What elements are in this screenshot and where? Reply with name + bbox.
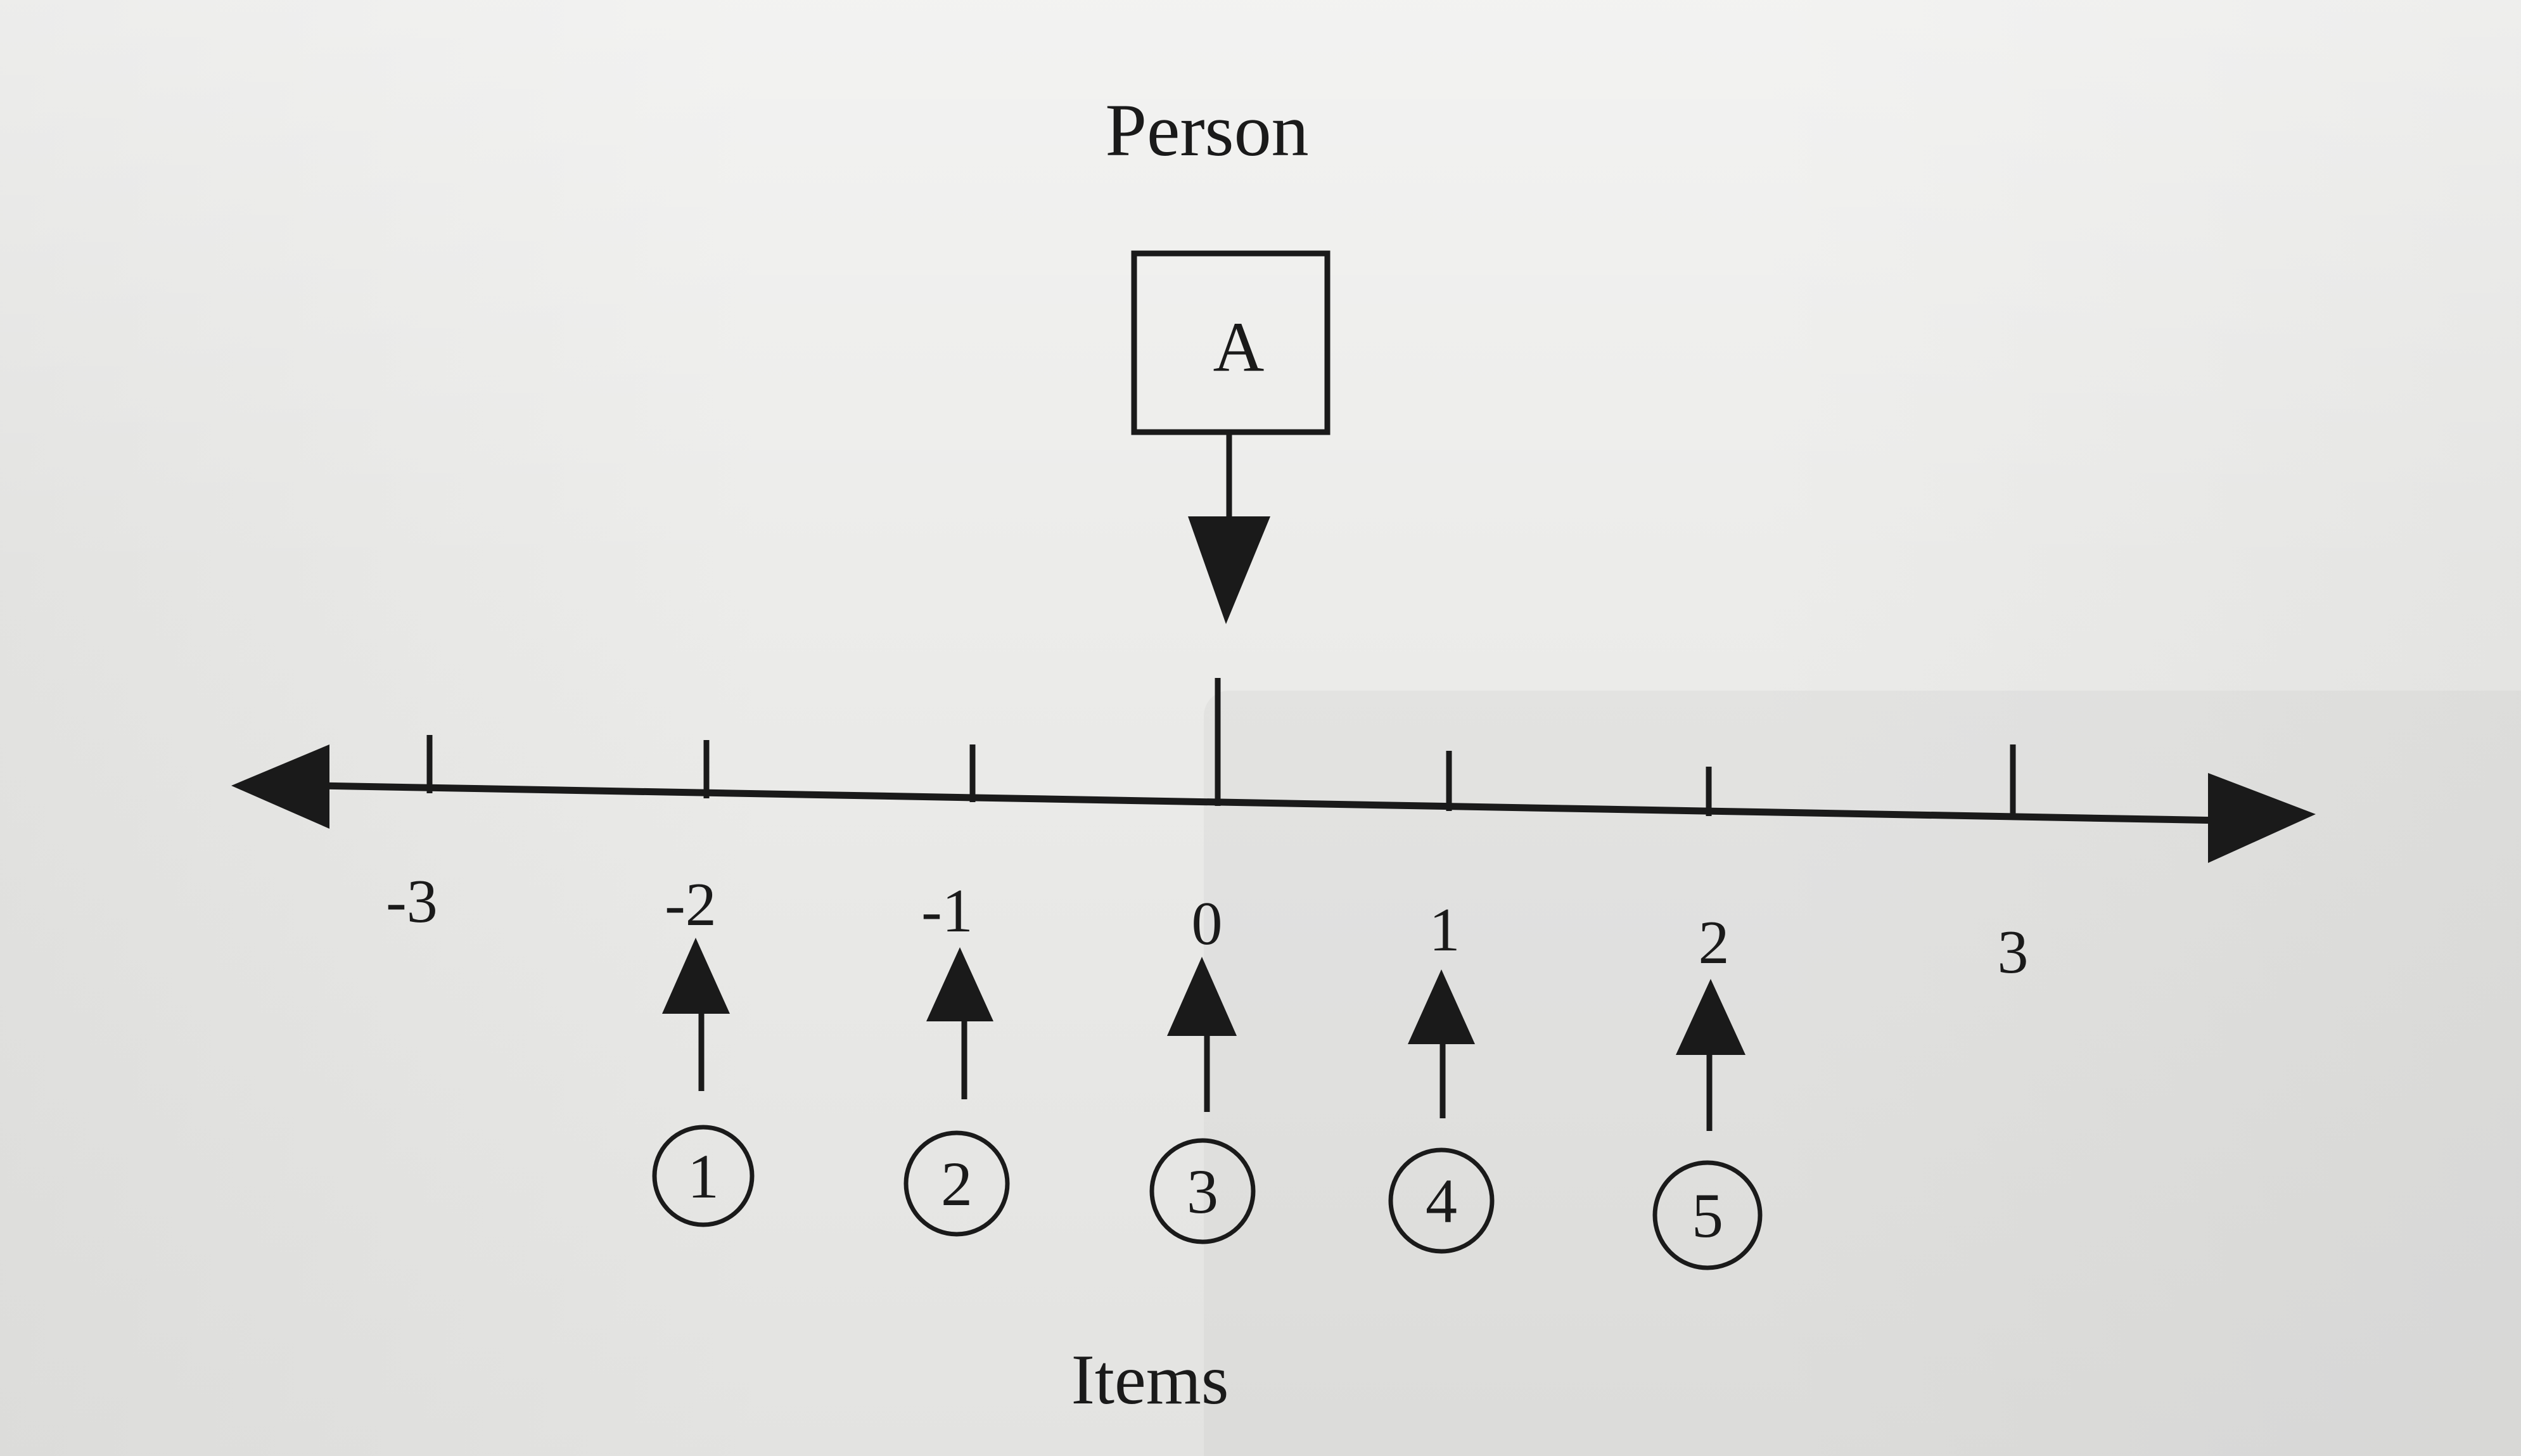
item-arrowhead xyxy=(926,947,993,1021)
item-arrowhead xyxy=(662,938,730,1014)
axis-line xyxy=(316,782,2224,824)
item-arrowhead xyxy=(1408,969,1475,1044)
item-label: 3 xyxy=(1187,1156,1218,1227)
item-arrowhead xyxy=(1167,957,1237,1036)
item-label: 5 xyxy=(1692,1180,1723,1251)
item-marker-3: 3 xyxy=(1149,957,1256,1244)
item-marker-4: 4 xyxy=(1388,969,1495,1254)
person-item-map-diagram: Person A -3 -2 -1 0 1 2 3 1 2 3 4 5 Item… xyxy=(231,89,2316,1419)
person-pointer-arrowhead xyxy=(1188,516,1270,624)
axis-right-arrowhead xyxy=(2208,773,2316,863)
item-label: 1 xyxy=(687,1141,719,1211)
axis-left-arrowhead xyxy=(231,744,329,829)
page: Person A -3 -2 -1 0 1 2 3 1 2 3 4 5 Item… xyxy=(0,0,2521,1456)
person-heading: Person xyxy=(1105,89,1308,172)
item-marker-5: 5 xyxy=(1652,979,1763,1270)
item-marker-2: 2 xyxy=(903,947,1010,1237)
person-label: A xyxy=(1213,308,1265,386)
axis-tick-label: -3 xyxy=(386,867,438,936)
item-markers: 1 2 3 4 5 xyxy=(652,938,1763,1270)
axis-tick-label: 2 xyxy=(1699,909,1730,977)
item-marker-1: 1 xyxy=(652,938,755,1227)
axis-tick-label: 3 xyxy=(1998,918,2029,987)
axis-tick-label: -2 xyxy=(665,871,717,939)
items-heading: Items xyxy=(1071,1341,1229,1419)
item-label: 4 xyxy=(1426,1166,1457,1236)
ability-axis: -3 -2 -1 0 1 2 3 xyxy=(231,678,2316,987)
axis-tick-label: 0 xyxy=(1192,890,1223,958)
person-marker: A xyxy=(1131,250,1331,624)
item-arrowhead xyxy=(1676,979,1746,1055)
axis-tick-label: 1 xyxy=(1429,896,1460,964)
item-label: 2 xyxy=(941,1149,973,1219)
axis-tick-label: -1 xyxy=(921,877,973,945)
